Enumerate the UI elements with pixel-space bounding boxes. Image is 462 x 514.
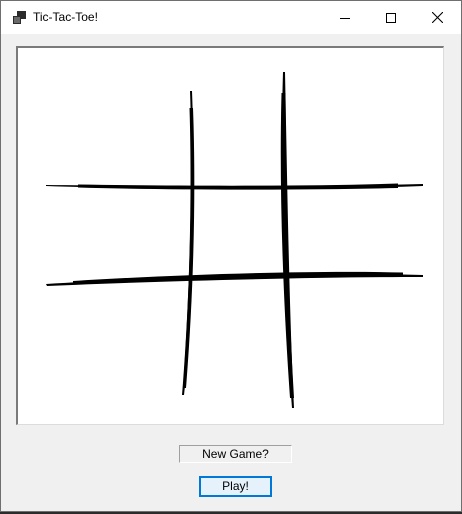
maximize-icon (386, 12, 396, 23)
close-icon (431, 12, 443, 23)
maximize-button[interactable] (368, 1, 414, 34)
play-button-label: Play! (222, 479, 249, 493)
close-button[interactable] (414, 1, 460, 34)
window-title: Tic-Tac-Toe! (33, 10, 98, 24)
grid-line-vertical-left-body (183, 108, 195, 388)
game-board[interactable] (16, 46, 444, 425)
app-window-icon (13, 11, 26, 24)
minimize-icon (340, 17, 350, 19)
title-bar[interactable]: Tic-Tac-Toe! (1, 1, 461, 34)
grid-line-horizontal-top-body (78, 183, 398, 190)
app-window: Tic-Tac-Toe! New Game? Play! (0, 0, 462, 512)
board-grid (46, 72, 423, 408)
minimize-button[interactable] (322, 1, 368, 34)
status-label: New Game? (179, 445, 292, 463)
grid-line-vertical-right-body (280, 93, 294, 398)
play-button[interactable]: Play! (199, 476, 272, 497)
